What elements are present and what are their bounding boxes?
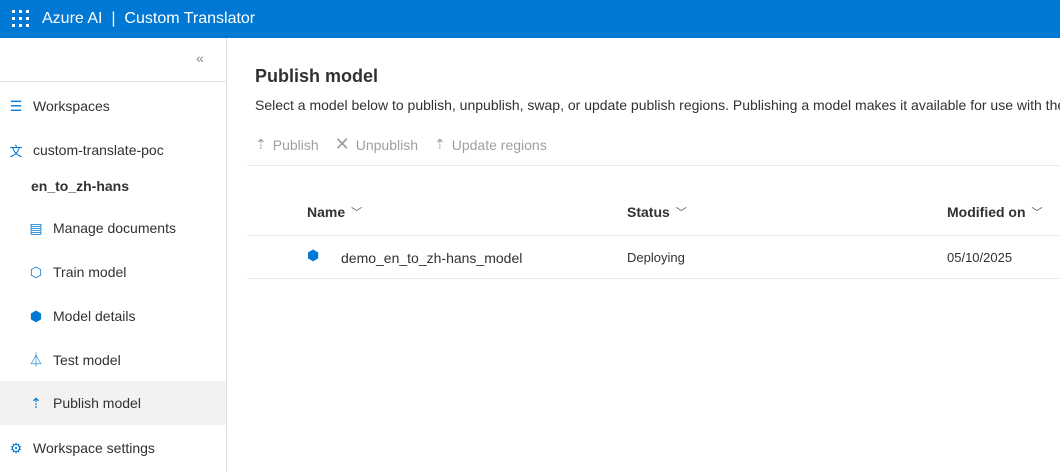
chevron-down-icon: ﹀: [351, 207, 363, 219]
sidebar-item-publish-model[interactable]: ⇡ Publish model: [0, 381, 226, 425]
label: Name: [307, 204, 346, 220]
publish-button[interactable]: ⇡ Publish: [255, 134, 319, 155]
column-header-name[interactable]: Name ﹀: [307, 204, 362, 220]
sidebar-item-test-model[interactable]: ⏃ Test model: [0, 338, 226, 382]
unpublish-button[interactable]: ✕ Unpublish: [335, 134, 418, 155]
top-bar: Azure AI | Custom Translator: [0, 0, 1060, 38]
sidebar-item-workspace-settings[interactable]: ⚙ Workspace settings: [0, 426, 226, 470]
close-icon: ✕: [334, 134, 350, 154]
modified-date: 05/10/2025: [947, 250, 1013, 265]
gear-icon: ⚙: [9, 439, 23, 456]
label: Status: [627, 204, 670, 220]
separator: |: [111, 10, 116, 27]
chevron-down-icon: ﹀: [1031, 207, 1043, 219]
collapse-row: «: [0, 38, 226, 82]
label: Model details: [53, 308, 136, 324]
divider: [247, 278, 1060, 279]
brand: Azure AI: [42, 10, 103, 27]
sidebar-item-manage-documents[interactable]: ▤ Manage documents: [0, 206, 226, 250]
publish-icon: ⇡: [30, 394, 42, 411]
cube-icon: ⬢: [307, 247, 320, 263]
label: Unpublish: [355, 136, 419, 153]
document-icon: ▤: [29, 219, 43, 236]
train-icon: ⬡: [29, 263, 43, 280]
flask-icon: ⏃: [29, 352, 43, 368]
label: Workspace settings: [33, 440, 155, 456]
sidebar-project: en_to_zh-hans: [0, 164, 226, 208]
cube-icon: ⬢: [29, 307, 43, 324]
label: Test model: [53, 352, 121, 368]
divider: [247, 235, 1060, 236]
column-header-status[interactable]: Status ﹀: [627, 204, 687, 220]
sidebar-item-workspaces[interactable]: ☰ Workspaces: [0, 84, 226, 128]
main-content: Publish model Select a model below to pu…: [247, 38, 1060, 472]
toolbar: ⇡ Publish ✕ Unpublish ⇡ Update regions: [255, 134, 547, 155]
menu-icon: ☰: [9, 97, 23, 114]
page-title: Publish model: [255, 66, 379, 86]
sidebar-item-train-model[interactable]: ⬡ Train model: [0, 250, 226, 294]
label: Publish: [272, 136, 319, 153]
translate-icon: 文: [9, 143, 23, 159]
label: Publish model: [53, 395, 141, 411]
label: custom-translate-poc: [33, 142, 164, 158]
label: Update regions: [451, 136, 547, 153]
product-name: Custom Translator: [124, 10, 256, 27]
sidebar-item-model-details[interactable]: ⬢ Model details: [0, 294, 226, 338]
update-regions-button[interactable]: ⇡ Update regions: [434, 134, 547, 155]
publish-icon: ⇡: [255, 136, 267, 152]
app-launcher-icon[interactable]: [12, 10, 30, 28]
label: Train model: [53, 264, 127, 280]
label: en_to_zh-hans: [31, 178, 130, 194]
model-name[interactable]: demo_en_to_zh-hans_model: [341, 250, 522, 266]
label: Workspaces: [33, 98, 110, 114]
column-header-modified[interactable]: Modified on ﹀: [947, 204, 1043, 220]
divider: [247, 165, 1060, 166]
publish-icon: ⇡: [434, 136, 446, 152]
chevron-down-icon: ﹀: [675, 207, 687, 219]
sidebar: « ☰ Workspaces 文 custom-translate-poc en_t…: [0, 38, 227, 472]
status: Deploying: [627, 250, 685, 265]
label: Modified on: [947, 204, 1026, 220]
label: Manage documents: [53, 220, 176, 236]
collapse-icon[interactable]: «: [196, 50, 204, 66]
app-title[interactable]: Azure AI | Custom Translator: [42, 10, 255, 28]
page-description: Select a model below to publish, unpubli…: [255, 97, 1060, 113]
